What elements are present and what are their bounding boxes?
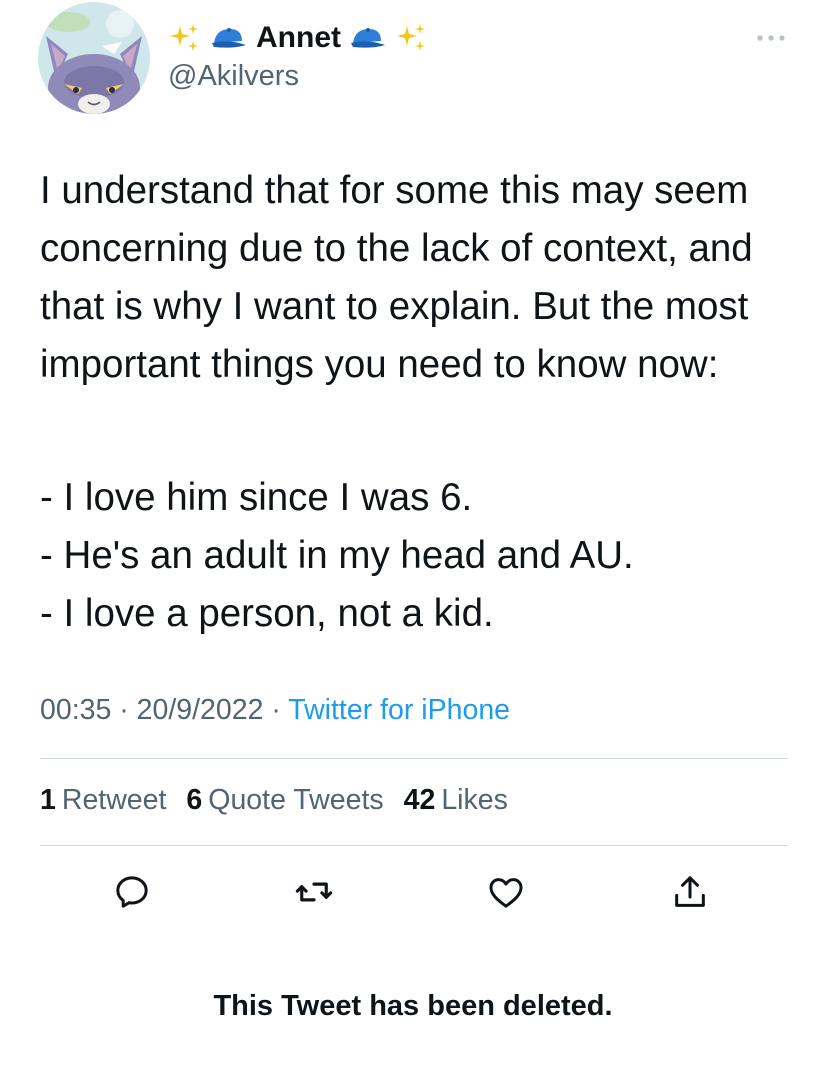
- more-dots-icon: [757, 35, 785, 41]
- display-name: Annet: [256, 21, 341, 54]
- retweet-button[interactable]: [290, 868, 338, 916]
- tweet-text: I understand that for some this may seem…: [40, 169, 753, 386]
- reply-button[interactable]: [108, 868, 156, 916]
- divider: [40, 845, 788, 846]
- blue-cap-icon: [349, 25, 387, 51]
- quote-tweets-stat[interactable]: 6 Quote Tweets: [186, 784, 383, 817]
- like-button[interactable]: [482, 868, 530, 916]
- blue-cap-icon: [210, 25, 248, 51]
- likes-label: Likes: [441, 784, 508, 816]
- list-item: - I love him since I was 6.: [40, 476, 473, 519]
- tweet-time[interactable]: 00:35: [40, 694, 111, 726]
- action-bar: [40, 862, 788, 922]
- retweets-stat[interactable]: 1 Retweet: [40, 784, 166, 817]
- reply-icon: [116, 876, 148, 908]
- tweet-stats: 1 Retweet 6 Quote Tweets 42 Likes: [40, 784, 508, 817]
- list-item: - I love a person, not a kid.: [40, 592, 494, 635]
- share-button[interactable]: [666, 868, 714, 916]
- likes-stat[interactable]: 42 Likes: [404, 784, 508, 817]
- likes-count: 42: [403, 784, 436, 816]
- list-item: - He's an adult in my head and AU.: [40, 534, 634, 577]
- display-name-row[interactable]: Annet: [168, 16, 429, 60]
- tweet-date[interactable]: 20/9/2022: [137, 694, 264, 726]
- avatar-cat-image: [38, 2, 150, 114]
- retweets-count: 1: [40, 784, 56, 816]
- user-handle[interactable]: @Akilvers: [168, 60, 299, 93]
- retweets-label: Retweet: [61, 784, 167, 816]
- avatar[interactable]: [38, 2, 150, 114]
- retweet-icon: [295, 882, 333, 902]
- tweet-list: - I love him since I was 6. - He's an ad…: [40, 469, 780, 643]
- quotes-label: Quote Tweets: [208, 784, 384, 816]
- more-options-button[interactable]: [754, 26, 788, 50]
- tweet-page: Annet @Akilvers I understand that for so…: [0, 0, 814, 1084]
- divider: [40, 758, 788, 759]
- share-icon: [675, 876, 705, 907]
- quotes-count: 6: [186, 784, 203, 816]
- like-icon: [489, 878, 523, 908]
- tweet-source-link[interactable]: Twitter for iPhone: [288, 694, 510, 726]
- meta-separator: ·: [263, 694, 289, 726]
- meta-separator: ·: [111, 694, 137, 726]
- sparkles-icon: [395, 23, 429, 53]
- sparkles-icon: [168, 23, 202, 53]
- tweet-meta: 00:35 · 20/9/2022 · Twitter for iPhone: [40, 694, 510, 727]
- deleted-tweet-notice: This Tweet has been deleted.: [213, 990, 613, 1022]
